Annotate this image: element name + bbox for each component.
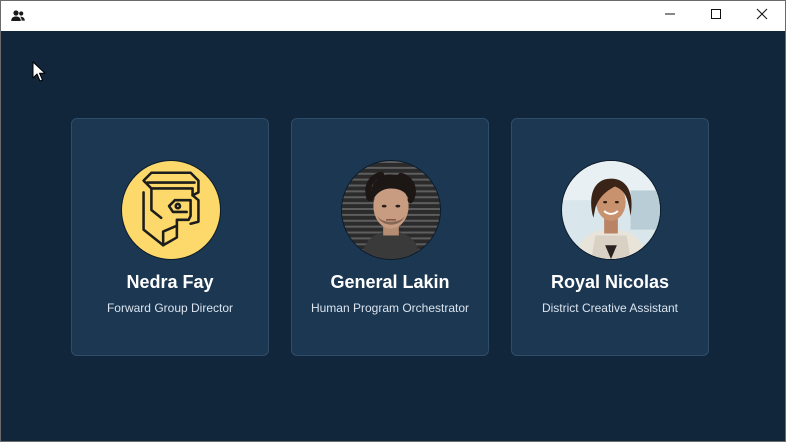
profile-card[interactable]: Royal Nicolas District Creative Assistan… bbox=[511, 118, 709, 356]
profile-role: Human Program Orchestrator bbox=[310, 301, 470, 315]
avatar bbox=[121, 160, 221, 260]
profile-role: District Creative Assistant bbox=[541, 301, 679, 315]
profile-cards: Nedra Fay Forward Group Director General… bbox=[71, 118, 709, 356]
app-window: Nedra Fay Forward Group Director General… bbox=[0, 0, 786, 442]
close-button[interactable] bbox=[739, 1, 785, 31]
minimize-button[interactable] bbox=[647, 1, 693, 31]
man-portrait-image bbox=[342, 161, 440, 259]
maximize-icon bbox=[710, 7, 722, 25]
profile-name: Royal Nicolas bbox=[550, 272, 670, 292]
mouse-cursor-icon bbox=[32, 61, 46, 83]
profile-name: General Lakin bbox=[330, 272, 450, 292]
content-area: Nedra Fay Forward Group Director General… bbox=[1, 31, 785, 441]
close-icon bbox=[756, 7, 768, 25]
minimize-icon bbox=[664, 7, 676, 25]
avatar bbox=[341, 160, 441, 260]
title-bar[interactable] bbox=[1, 1, 785, 31]
maximize-button[interactable] bbox=[693, 1, 739, 31]
profile-role: Forward Group Director bbox=[106, 301, 234, 315]
avatar bbox=[561, 160, 661, 260]
robot-face-icon bbox=[122, 161, 220, 259]
profile-card[interactable]: General Lakin Human Program Orchestrator bbox=[291, 118, 489, 356]
woman-portrait-image bbox=[562, 161, 660, 259]
profile-card[interactable]: Nedra Fay Forward Group Director bbox=[71, 118, 269, 356]
people-icon bbox=[10, 8, 26, 24]
profile-name: Nedra Fay bbox=[126, 272, 214, 292]
